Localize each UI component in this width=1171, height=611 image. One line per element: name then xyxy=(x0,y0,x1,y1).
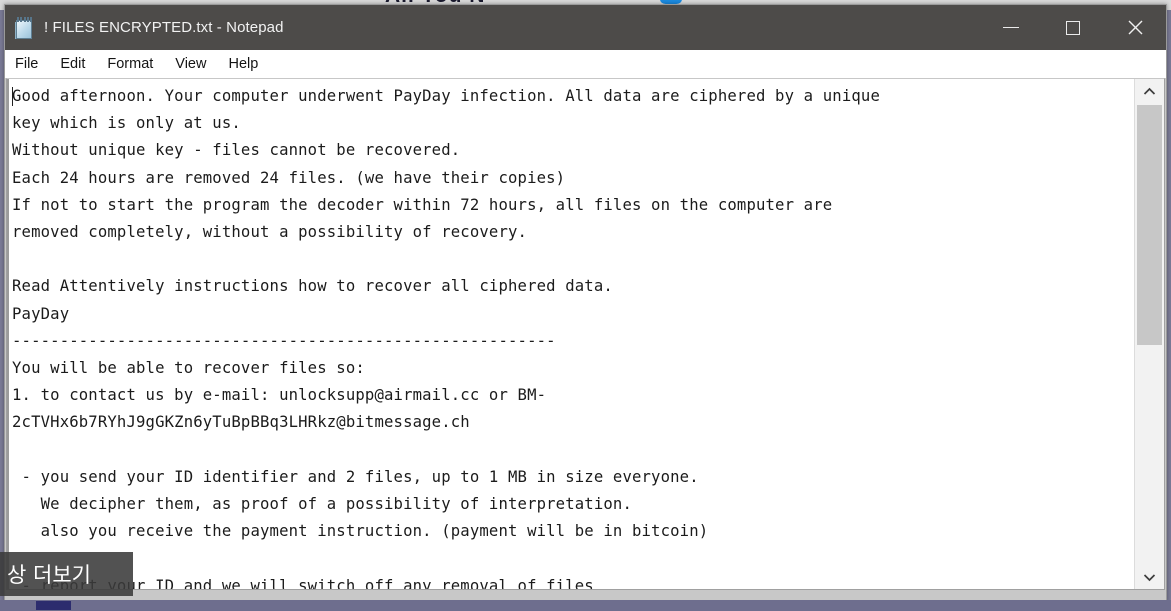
maximize-button[interactable] xyxy=(1042,5,1104,50)
chevron-up-icon xyxy=(1143,87,1156,95)
scrollbar-thumb[interactable] xyxy=(1137,105,1162,345)
vertical-scrollbar[interactable] xyxy=(1134,79,1164,589)
menu-item-help[interactable]: Help xyxy=(228,56,258,72)
desktop-background: All You N OneDrive ! FILES ENCRYPTED.txt… xyxy=(0,0,1171,611)
window-controls xyxy=(980,5,1166,50)
overlay-badge-label: 상 더보기 xyxy=(7,563,91,587)
scroll-up-button[interactable] xyxy=(1135,79,1164,103)
title-bar[interactable]: ! FILES ENCRYPTED.txt - Notepad xyxy=(5,5,1166,50)
menu-item-format[interactable]: Format xyxy=(107,56,153,72)
menu-bar: File Edit Format View Help xyxy=(5,50,1166,78)
window-title: ! FILES ENCRYPTED.txt - Notepad xyxy=(44,19,284,36)
notepad-icon xyxy=(15,16,35,39)
menu-item-view[interactable]: View xyxy=(175,56,206,72)
scroll-down-button[interactable] xyxy=(1135,565,1164,589)
client-area: Good afternoon. Your computer underwent … xyxy=(6,78,1165,590)
notepad-window: ! FILES ENCRYPTED.txt - Notepad File Edi… xyxy=(4,4,1167,602)
desktop-bottom-strip xyxy=(0,600,1171,611)
menu-item-file[interactable]: File xyxy=(15,56,38,72)
text-caret xyxy=(12,87,13,106)
taskbar-chip xyxy=(36,601,71,610)
close-icon xyxy=(1128,20,1142,35)
chevron-down-icon xyxy=(1143,573,1156,581)
background-onedrive-label: OneDrive xyxy=(690,0,741,2)
close-button[interactable] xyxy=(1104,5,1166,50)
menu-item-edit[interactable]: Edit xyxy=(60,56,85,72)
document-text[interactable]: Good afternoon. Your computer underwent … xyxy=(9,79,1134,589)
text-editor[interactable]: Good afternoon. Your computer underwent … xyxy=(7,79,1134,589)
minimize-button[interactable] xyxy=(980,5,1042,50)
overlay-badge[interactable]: 상 더보기 xyxy=(0,552,133,596)
